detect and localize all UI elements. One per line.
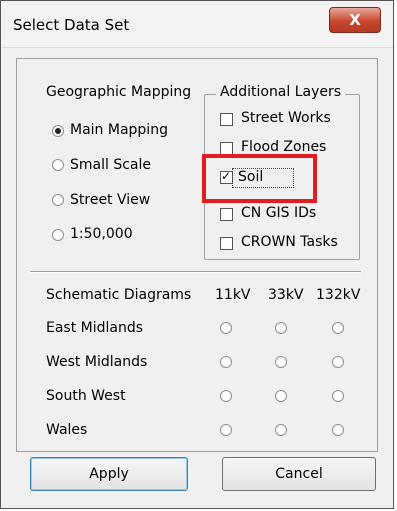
radio-west-midlands-132kv[interactable] [332, 356, 344, 368]
radio-east-midlands-33kv[interactable] [275, 322, 287, 334]
checkbox-cn-gis-ids[interactable] [220, 208, 233, 221]
row-west-midlands: West Midlands [46, 354, 148, 370]
column-33kv: 33kV [268, 287, 304, 303]
cancel-button[interactable]: Cancel [222, 457, 376, 491]
radio-small-scale[interactable] [52, 159, 64, 171]
radio-south-west-132kv[interactable] [332, 390, 344, 402]
checkbox-street-works-label: Street Works [241, 110, 331, 126]
radio-wales-11kv[interactable] [220, 424, 232, 436]
checkbox-cn-gis-ids-label: CN GIS IDs [241, 205, 317, 221]
radio-street-view[interactable] [52, 194, 64, 206]
additional-layers-heading: Additional Layers [216, 84, 346, 100]
close-button[interactable]: X [329, 7, 381, 33]
radio-1-50000-label: 1:50,000 [70, 226, 133, 242]
radio-west-midlands-11kv[interactable] [220, 356, 232, 368]
radio-small-scale-label: Small Scale [70, 157, 151, 173]
radio-1-50000[interactable] [52, 229, 64, 241]
soil-highlight-annotation [202, 154, 317, 203]
column-11kv: 11kV [215, 287, 251, 303]
section-divider [30, 271, 361, 273]
apply-button[interactable]: Apply [30, 457, 188, 491]
radio-wales-132kv[interactable] [332, 424, 344, 436]
schematic-diagrams-heading: Schematic Diagrams [46, 287, 192, 303]
close-icon: X [349, 11, 361, 29]
radio-street-view-label: Street View [70, 192, 151, 208]
radio-south-west-11kv[interactable] [220, 390, 232, 402]
geographic-mapping-heading: Geographic Mapping [46, 84, 192, 100]
checkbox-street-works[interactable] [220, 113, 233, 126]
radio-east-midlands-132kv[interactable] [332, 322, 344, 334]
radio-east-midlands-11kv[interactable] [220, 322, 232, 334]
checkbox-flood-zones-label: Flood Zones [241, 139, 327, 155]
radio-south-west-33kv[interactable] [275, 390, 287, 402]
dialog-title: Select Data Set [13, 16, 130, 34]
radio-main-mapping[interactable] [52, 125, 64, 137]
radio-main-mapping-label: Main Mapping [70, 122, 168, 138]
radio-west-midlands-33kv[interactable] [275, 356, 287, 368]
row-east-midlands: East Midlands [46, 320, 144, 336]
checkbox-crown-tasks[interactable] [220, 237, 233, 250]
title-bar: Select Data Set X [1, 1, 393, 48]
radio-wales-33kv[interactable] [275, 424, 287, 436]
checkbox-crown-tasks-label: CROWN Tasks [241, 234, 338, 250]
row-south-west: South West [46, 388, 126, 404]
row-wales: Wales [46, 422, 88, 438]
column-132kv: 132kV [316, 287, 361, 303]
